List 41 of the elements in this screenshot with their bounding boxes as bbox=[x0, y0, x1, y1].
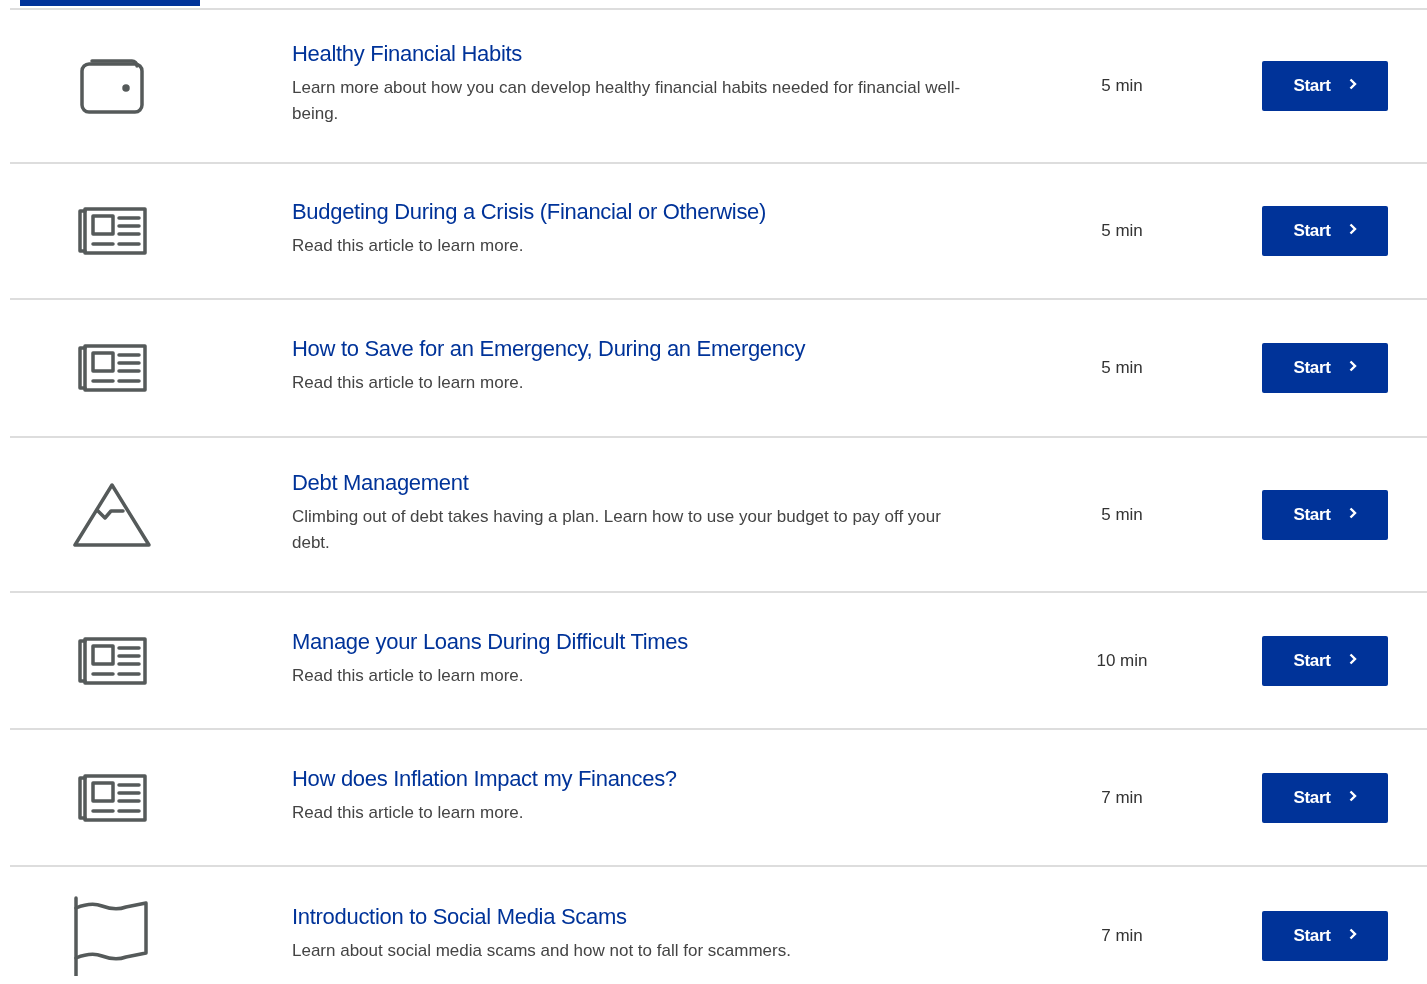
item-description: Read this article to learn more. bbox=[292, 372, 525, 394]
chevron-right-icon bbox=[1348, 652, 1357, 665]
item-title-link[interactable]: Manage your Loans During Difficult Times bbox=[292, 626, 982, 657]
chevron-right-icon bbox=[1348, 360, 1357, 372]
item-title-link[interactable]: How does Inflation Impact my Finances? bbox=[292, 763, 982, 794]
chevron-right-icon bbox=[1348, 928, 1357, 940]
duration-text: 7 min bbox=[1101, 786, 1143, 809]
mountain-icon bbox=[72, 482, 152, 547]
item-description: Learn more about how you can develop healthy financial habits needed for financial well-being. bbox=[292, 77, 962, 125]
start-button[interactable]: Start bbox=[1262, 206, 1388, 256]
start-button[interactable]: Start bbox=[1262, 343, 1388, 393]
item-title-link[interactable]: How to Save for an Emergency, During an Emergency bbox=[292, 334, 982, 364]
item-title-link[interactable]: Healthy Financial Habits bbox=[292, 39, 982, 69]
start-button[interactable]: Start bbox=[1262, 635, 1388, 686]
start-button[interactable]: Start bbox=[1262, 911, 1388, 961]
wallet-icon bbox=[80, 58, 144, 114]
duration-text: 10 min bbox=[1096, 649, 1148, 672]
item-title-link[interactable]: Debt Management bbox=[292, 467, 982, 498]
duration-text: 5 min bbox=[1101, 75, 1143, 98]
chevron-right-icon bbox=[1348, 506, 1357, 519]
item-description: Read this article to learn more. bbox=[292, 664, 525, 687]
duration-text: 5 min bbox=[1101, 357, 1143, 380]
chevron-right-icon bbox=[1348, 789, 1357, 802]
item-description: Read this article to learn more. bbox=[292, 235, 525, 257]
duration-text: 5 min bbox=[1101, 503, 1143, 526]
item-title-link[interactable]: Introduction to Social Media Scams bbox=[292, 902, 982, 932]
start-button[interactable]: Start bbox=[1262, 772, 1388, 823]
newspaper-icon bbox=[77, 344, 147, 392]
chevron-right-icon bbox=[1348, 223, 1357, 235]
duration-text: 7 min bbox=[1101, 925, 1143, 948]
item-description: Learn about social media scams and how not to fall for scammers. bbox=[292, 940, 792, 962]
newspaper-icon bbox=[77, 636, 147, 685]
item-title-link[interactable]: Budgeting During a Crisis (Financial or Otherwise) bbox=[292, 197, 982, 227]
newspaper-icon bbox=[77, 773, 147, 822]
chevron-right-icon bbox=[1348, 78, 1357, 90]
start-button[interactable]: Start bbox=[1262, 489, 1388, 540]
item-description: Read this article to learn more. bbox=[292, 801, 525, 824]
start-button[interactable]: Start bbox=[1262, 61, 1388, 111]
item-description: Climbing out of debt takes having a plan. Learn how to use your budget to pay off your debt. bbox=[292, 505, 942, 554]
newspaper-icon bbox=[77, 207, 147, 255]
duration-text: 5 min bbox=[1101, 220, 1143, 243]
